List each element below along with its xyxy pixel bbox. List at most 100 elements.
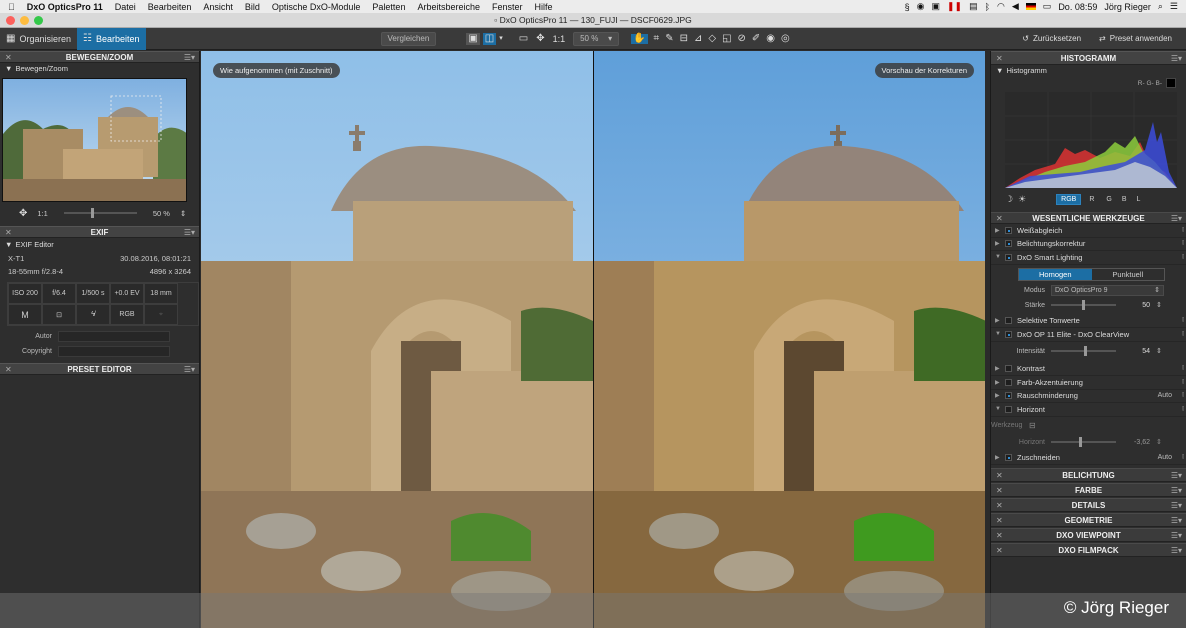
histogram-header[interactable]: ✕ HISTOGRAMM ☰▾ (991, 51, 1186, 65)
split-view-icon[interactable]: ◫ (482, 32, 497, 45)
status-icon-s[interactable]: § (905, 2, 910, 12)
menu-app-name[interactable]: DxO OpticsPro 11 (27, 2, 103, 12)
enable-checkbox[interactable] (1005, 253, 1012, 261)
panel-menu-icon[interactable]: ☰▾ (1171, 546, 1182, 555)
hand-tool-icon[interactable]: ✋ (631, 33, 648, 44)
panel-menu-icon[interactable]: ☰▾ (1171, 531, 1182, 540)
copyright-input[interactable] (58, 346, 170, 357)
horizon-slider[interactable] (1051, 437, 1116, 447)
target-icon[interactable]: ◎ (781, 33, 790, 44)
modus-select[interactable]: DxO OpticsPro 9 ⇕ (1051, 284, 1164, 296)
close-icon[interactable]: ✕ (5, 53, 12, 62)
mode-homogen-button[interactable]: Homogen (1019, 268, 1092, 280)
exif-header[interactable]: ✕ EXIF ☰▾ (0, 226, 199, 238)
volume-tool-icon[interactable]: ◱ (722, 33, 731, 44)
nav-1to1-button[interactable]: 1:1 (37, 209, 47, 218)
channel-b[interactable]: B (1118, 194, 1131, 205)
section-filmpack[interactable]: ✕ DXO FILMPACK ☰▾ (991, 543, 1186, 557)
channel-g[interactable]: G (1102, 194, 1115, 205)
mode-punktuell-button[interactable]: Punktuell (1092, 269, 1165, 280)
strength-value[interactable]: 50 (1116, 302, 1150, 309)
move-icon[interactable]: ✥ (19, 208, 27, 219)
enable-checkbox[interactable] (1005, 405, 1012, 413)
menu-bild[interactable]: Bild (245, 2, 260, 12)
tool-row-horizon[interactable]: ▼ Horizont ⫾ (991, 403, 1186, 417)
enable-checkbox[interactable] (1005, 378, 1012, 386)
tool-row-color-accent[interactable]: ▶ Farb-Akzentuierung ⫾ (991, 376, 1186, 390)
panel-menu-icon[interactable]: ☰▾ (1171, 471, 1182, 480)
tool-row-clearview[interactable]: ▼ DxO OP 11 Elite - DxO ClearView ⫾ (991, 328, 1186, 342)
channel-rgb[interactable]: RGB (1056, 193, 1082, 205)
pin-icon[interactable]: ⫾ (1182, 379, 1184, 386)
menu-hilfe[interactable]: Hilfe (535, 2, 553, 12)
panel-menu-icon[interactable]: ☰▾ (1171, 516, 1182, 525)
menu-bearbeiten[interactable]: Bearbeiten (148, 2, 192, 12)
navigator-thumbnail[interactable] (2, 78, 187, 202)
section-viewpoint[interactable]: ✕ DXO VIEWPOINT ☰▾ (991, 528, 1186, 542)
tool-row-white-balance[interactable]: ▶ Weißabgleich ⫾ (991, 224, 1186, 238)
perspective-tool-icon[interactable]: ⊿ (694, 33, 702, 44)
histogram-subheader[interactable]: ▼ Histogramm (991, 65, 1186, 76)
menu-optische-module[interactable]: Optische DxO-Module (272, 2, 361, 12)
image-viewer[interactable]: Wie aufgenommen (mit Zuschnitt) Vorschau… (201, 51, 985, 628)
close-icon[interactable]: ✕ (996, 54, 1003, 63)
close-icon[interactable]: ✕ (5, 365, 12, 374)
list-icon[interactable]: ☰ (1170, 1, 1178, 12)
intensity-slider[interactable] (1051, 346, 1116, 356)
apply-preset-button[interactable]: ⇄ Preset anwenden (1093, 31, 1178, 46)
highlight-clip-icon[interactable]: ☀ (1018, 194, 1026, 205)
pin-icon[interactable]: ⫾ (1182, 317, 1184, 324)
tool-row-crop[interactable]: ▶ Zuschneiden Auto ⫾ (991, 452, 1186, 465)
tab-edit[interactable]: ☷ Bearbeiten (76, 27, 146, 50)
menu-datei[interactable]: Datei (115, 2, 136, 12)
chevron-down-icon[interactable]: ▾ (499, 34, 503, 44)
horizon-tool-icon[interactable]: ⊟ (1029, 421, 1036, 430)
panel-menu-icon[interactable]: ☰▾ (184, 228, 195, 237)
repair-tool-icon[interactable]: ⊘ (738, 33, 746, 44)
move-icon[interactable]: ✥ (536, 33, 544, 44)
menu-arbeitsbereiche[interactable]: Arbeitsbereiche (417, 2, 480, 12)
status-icon-pause[interactable]: ❚❚ (947, 1, 962, 12)
single-view-icon[interactable]: ▣ (466, 32, 480, 45)
flag-icon[interactable] (1025, 3, 1036, 10)
section-details[interactable]: ✕ DETAILS ☰▾ (991, 498, 1186, 512)
status-icon-keyboard[interactable]: ▤ (969, 1, 978, 12)
clip-indicator-swatch[interactable] (1166, 78, 1176, 88)
user-name[interactable]: Jörg Rieger (1104, 2, 1151, 12)
stepper-icon[interactable]: ⇕ (1156, 438, 1162, 446)
panel-menu-icon[interactable]: ☰▾ (1171, 214, 1182, 223)
menu-ansicht[interactable]: Ansicht (203, 2, 233, 12)
intensity-slider-thumb[interactable] (1084, 346, 1088, 356)
reset-button[interactable]: ↺ Zurücksetzen (1016, 31, 1088, 46)
zoom-window-button[interactable] (34, 16, 43, 25)
battery-icon[interactable]: ▭ (1043, 1, 1052, 12)
tool-row-contrast[interactable]: ▶ Kontrast ⫾ (991, 363, 1186, 376)
menu-paletten[interactable]: Paletten (372, 2, 405, 12)
tool-row-selective-tones[interactable]: ▶ Selektive Tonwerte ⫾ (991, 315, 1186, 328)
stepper-icon[interactable]: ⇕ (1156, 301, 1162, 309)
horizon-slider-thumb[interactable] (1078, 437, 1082, 447)
panel-menu-icon[interactable]: ☰▾ (1171, 486, 1182, 495)
zoom-1to1-button[interactable]: 1:1 (553, 34, 566, 44)
section-exposure[interactable]: ✕ BELICHTUNG ☰▾ (991, 468, 1186, 482)
close-icon[interactable]: ✕ (996, 471, 1003, 480)
search-icon[interactable]: ⌕ (1158, 1, 1163, 12)
intensity-value[interactable]: 54 (1116, 348, 1150, 355)
bluetooth-icon[interactable]: ᛒ (985, 2, 990, 12)
enable-checkbox[interactable] (1005, 454, 1012, 462)
clock[interactable]: Do. 08:59 (1058, 2, 1097, 12)
section-geometry[interactable]: ✕ GEOMETRIE ☰▾ (991, 513, 1186, 527)
preset-editor-header[interactable]: ✕ PRESET EDITOR ☰▾ (0, 363, 199, 375)
enable-checkbox[interactable] (1005, 392, 1012, 400)
zoom-select[interactable]: 50 % ▾ (573, 31, 620, 46)
close-icon[interactable]: ✕ (996, 516, 1003, 525)
pin-icon[interactable]: ⫾ (1182, 454, 1184, 461)
pin-icon[interactable]: ⫾ (1182, 392, 1184, 399)
strength-slider[interactable] (1051, 300, 1116, 310)
fit-icon[interactable]: ▭ (519, 33, 528, 44)
tool-row-smart-lighting[interactable]: ▼ DxO Smart Lighting ⫾ (991, 251, 1186, 265)
pin-icon[interactable]: ⫾ (1182, 331, 1184, 338)
wifi-icon[interactable]: ◠ (997, 1, 1005, 12)
close-icon[interactable]: ✕ (996, 501, 1003, 510)
author-input[interactable] (58, 331, 170, 342)
